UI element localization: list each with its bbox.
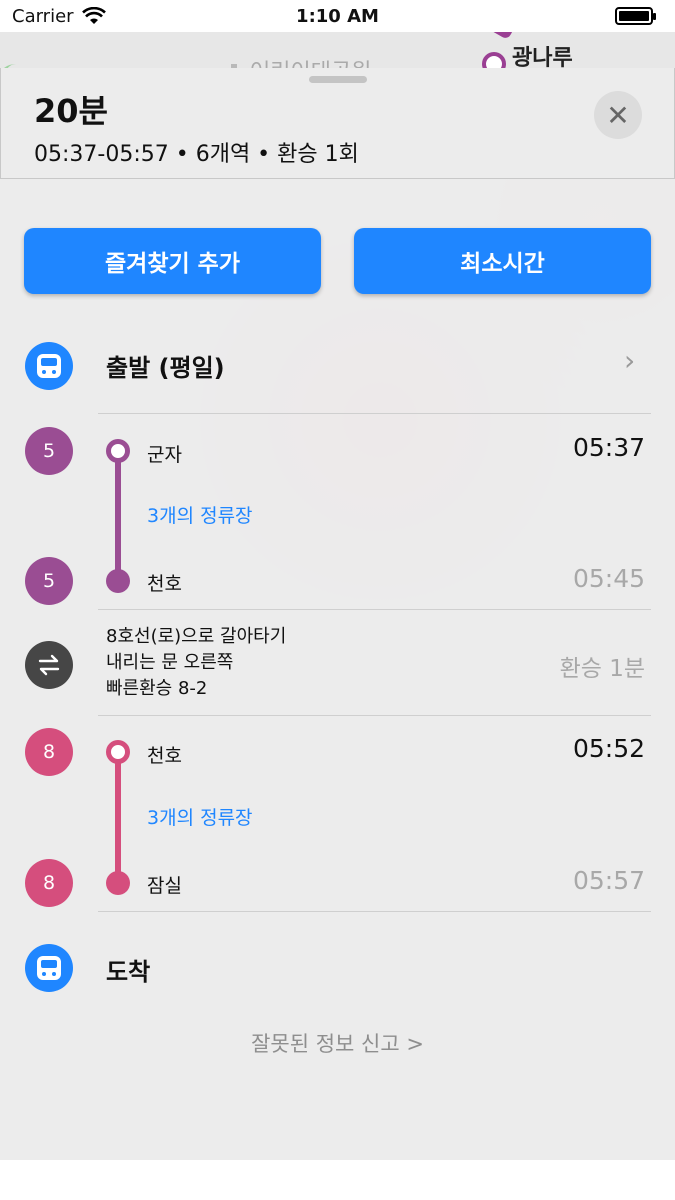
stop-marker (106, 569, 130, 593)
action-buttons: 즐겨찾기 추가 최소시간 (0, 228, 675, 294)
close-icon: ✕ (606, 98, 630, 132)
map-station-marker (482, 52, 506, 68)
line-5-badge: 5 (25, 557, 73, 605)
stop-name: 군자 (147, 444, 182, 466)
intermediate-stops-link[interactable]: 3개의 정류장 (147, 501, 253, 528)
route-line (115, 451, 121, 581)
status-time: 1:10 AM (296, 5, 379, 27)
arrival-time: 05:45 (572, 564, 645, 593)
line-number: 5 (42, 570, 56, 592)
close-button[interactable]: ✕ (594, 91, 642, 139)
swap-arrows-icon (25, 641, 73, 689)
stop-name: 천호 (147, 745, 182, 767)
status-bar: Carrier 1:10 AM (0, 0, 675, 32)
route-detail-sheet: 20분 05:37-05:57 • 6개역 • 환승 1회 ✕ 즐겨찾기 추가 … (0, 68, 675, 1160)
report-error-link[interactable]: 잘못된 정보 신고 > (0, 1028, 675, 1058)
divider (98, 609, 651, 610)
departure-time: 05:37 (572, 433, 645, 462)
depart-label: 출발 (평일) (106, 354, 225, 382)
stop-marker (106, 439, 130, 463)
depart-row[interactable]: 출발 (평일) › (0, 328, 675, 413)
map-station-label: 어린이대공원 (250, 54, 371, 68)
sheet-header: 20분 05:37-05:57 • 6개역 • 환승 1회 ✕ (0, 68, 675, 179)
chevron-right-icon: › (624, 344, 636, 377)
add-favorite-button[interactable]: 즐겨찾기 추가 (24, 228, 321, 294)
line-8-badge: 8 (25, 728, 73, 776)
stop-marker (106, 740, 130, 764)
transfer-door: 내리는 문 오른쪽 (106, 652, 234, 673)
train-icon (25, 342, 73, 390)
bottom-safe-area (0, 1160, 675, 1200)
line-number: 5 (42, 440, 56, 462)
divider (98, 715, 651, 716)
map-line-segment (455, 32, 515, 41)
divider (98, 911, 651, 912)
train-icon (25, 944, 73, 992)
transfer-fast: 빠른환승 8-2 (106, 678, 208, 699)
intermediate-stops-link[interactable]: 3개의 정류장 (147, 803, 253, 830)
line-number: 8 (42, 741, 56, 763)
route-line (115, 752, 121, 883)
trip-duration: 20분 (34, 92, 108, 130)
map-peek: 어린이대공원 광나루 (0, 32, 675, 68)
arrival-time: 05:57 (572, 866, 645, 895)
trip-summary: 05:37-05:57 • 6개역 • 환승 1회 (34, 142, 359, 167)
transfer-instructions: 8호선(로)으로 갈아타기 내리는 문 오른쪽 빠른환승 8-2 (106, 624, 286, 702)
stop-name: 잠실 (147, 875, 182, 897)
stop-name: 천호 (147, 573, 182, 595)
map-station-label: 광나루 (512, 46, 573, 68)
transfer-line: 8호선(로)으로 갈아타기 (106, 626, 287, 647)
sheet-grabber[interactable] (309, 76, 367, 83)
line-number: 8 (42, 872, 56, 894)
line-8-badge: 8 (25, 859, 73, 907)
divider (98, 413, 651, 414)
arrive-label: 도착 (106, 958, 151, 986)
stop-marker (106, 871, 130, 895)
line-5-badge: 5 (25, 427, 73, 475)
transfer-duration: 환승 1분 (559, 656, 645, 682)
departure-time: 05:52 (572, 734, 645, 763)
min-time-button[interactable]: 최소시간 (354, 228, 651, 294)
battery-icon (615, 7, 656, 25)
